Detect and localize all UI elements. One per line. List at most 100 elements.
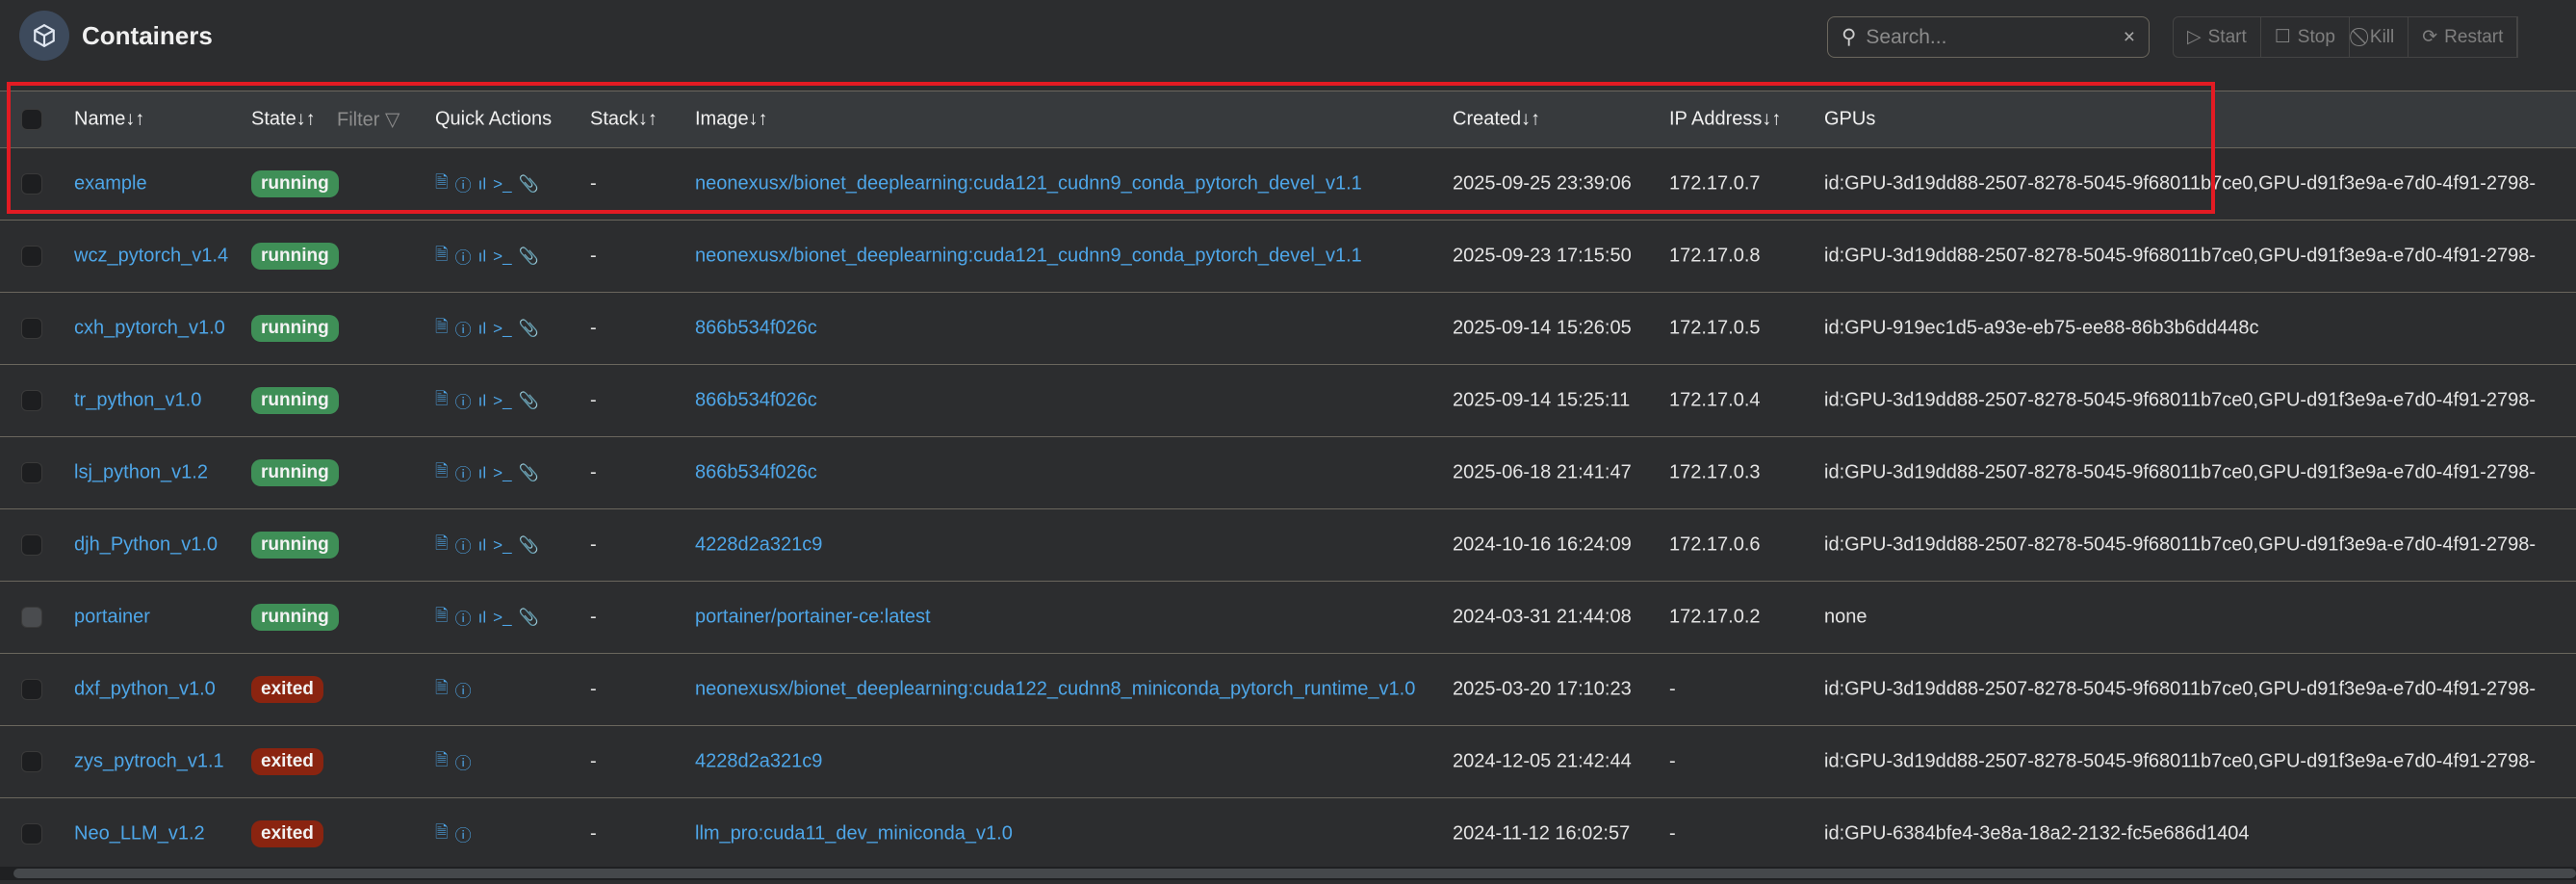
container-name-link[interactable]: cxh_pytorch_v1.0 (74, 318, 225, 340)
logs-icon[interactable]: 🗎 (435, 820, 449, 848)
stats-icon[interactable]: ıl (478, 319, 487, 338)
clear-search-icon[interactable]: × (2124, 26, 2135, 49)
filter-label: Filter (337, 109, 380, 131)
gpus-value: id:GPU-3d19dd88-2507-8278-5045-9f68011b7… (1824, 750, 2537, 772)
horizontal-scrollbar[interactable] (0, 867, 2576, 880)
row-checkbox[interactable] (21, 173, 42, 195)
image-link[interactable]: 4228d2a321c9 (695, 534, 822, 557)
image-link[interactable]: llm_pro:cuda11_dev_miniconda_v1.0 (695, 823, 1013, 845)
column-state[interactable]: State↓↑ (251, 109, 316, 131)
container-name-link[interactable]: Neo_LLM_v1.2 (74, 823, 205, 845)
attach-icon[interactable]: 📎 (519, 247, 539, 266)
stats-icon[interactable]: ıl (478, 535, 487, 555)
image-link[interactable]: portainer/portainer-ce:latest (695, 607, 931, 629)
inspect-icon[interactable]: ⓘ (455, 606, 472, 630)
attach-icon[interactable]: 📎 (519, 608, 539, 627)
container-name-link[interactable]: wcz_pytorch_v1.4 (74, 246, 228, 268)
column-name[interactable]: Name↓↑ (74, 109, 144, 131)
logs-icon[interactable]: 🗎 (435, 676, 449, 704)
row-checkbox[interactable] (21, 823, 42, 845)
inspect-icon[interactable]: ⓘ (455, 678, 472, 702)
ip-address-value: - (1669, 678, 1676, 700)
row-checkbox[interactable] (21, 534, 42, 556)
console-icon[interactable]: >_ (493, 535, 511, 555)
ip-address-value: 172.17.0.2 (1669, 606, 1761, 628)
console-icon[interactable]: >_ (493, 608, 511, 627)
inspect-icon[interactable]: ⓘ (455, 389, 472, 413)
table-row: lsj_python_v1.2 running 🗎 ⓘ ıl >_ 📎 - 866b53… (0, 437, 2576, 509)
container-name-link[interactable]: portainer (74, 607, 150, 629)
row-checkbox[interactable] (21, 751, 42, 772)
container-name-link[interactable]: djh_Python_v1.0 (74, 534, 218, 557)
column-created[interactable]: Created↓↑ (1453, 109, 1540, 131)
container-name-link[interactable]: dxf_python_v1.0 (74, 679, 216, 701)
scrollbar-thumb[interactable] (13, 869, 2576, 878)
select-all-checkbox[interactable] (21, 109, 42, 130)
inspect-icon[interactable]: ⓘ (455, 533, 472, 558)
inspect-icon[interactable]: ⓘ (455, 172, 472, 196)
inspect-icon[interactable]: ⓘ (455, 822, 472, 846)
console-icon[interactable]: >_ (493, 247, 511, 266)
start-button[interactable]: ▷ Start (2174, 17, 2261, 57)
image-link[interactable]: neonexusx/bionet_deeplearning:cuda122_cu… (695, 679, 1415, 701)
logs-icon[interactable]: 🗎 (435, 315, 449, 343)
stop-icon: ☐ (2274, 27, 2291, 47)
container-name-link[interactable]: example (74, 173, 147, 195)
column-image[interactable]: Image↓↑ (695, 109, 768, 131)
attach-icon[interactable]: 📎 (519, 391, 539, 410)
stats-icon[interactable]: ıl (478, 174, 487, 194)
logs-icon[interactable]: 🗎 (435, 532, 449, 559)
status-badge: exited (251, 676, 323, 703)
table-row: zys_pytroch_v1.1 exited 🗎 ⓘ - 4228d2a321c… (0, 726, 2576, 798)
logs-icon[interactable]: 🗎 (435, 387, 449, 415)
image-link[interactable]: 866b534f026c (695, 318, 817, 340)
console-icon[interactable]: >_ (493, 174, 511, 194)
container-name-link[interactable]: zys_pytroch_v1.1 (74, 751, 224, 773)
image-link[interactable]: neonexusx/bionet_deeplearning:cuda121_cu… (695, 246, 1362, 268)
image-link[interactable]: neonexusx/bionet_deeplearning:cuda121_cu… (695, 173, 1362, 195)
attach-icon[interactable]: 📎 (519, 535, 539, 555)
inspect-icon[interactable]: ⓘ (455, 461, 472, 485)
console-icon[interactable]: >_ (493, 391, 511, 410)
attach-icon[interactable]: 📎 (519, 174, 539, 194)
state-filter-button[interactable]: Filter ▽ (337, 108, 399, 132)
image-link[interactable]: 866b534f026c (695, 462, 817, 484)
inspect-icon[interactable]: ⓘ (455, 245, 472, 269)
logs-icon[interactable]: 🗎 (435, 748, 449, 776)
inspect-icon[interactable]: ⓘ (455, 750, 472, 774)
table-row: wcz_pytorch_v1.4 running 🗎 ⓘ ıl >_ 📎 - neone… (0, 221, 2576, 293)
image-link[interactable]: 866b534f026c (695, 390, 817, 412)
created-value: 2024-11-12 16:02:57 (1453, 822, 1631, 845)
console-icon[interactable]: >_ (493, 319, 511, 338)
stats-icon[interactable]: ıl (478, 391, 487, 410)
row-checkbox[interactable] (21, 246, 42, 267)
container-name-link[interactable]: lsj_python_v1.2 (74, 462, 208, 484)
row-checkbox[interactable] (21, 679, 42, 700)
image-link[interactable]: 4228d2a321c9 (695, 751, 822, 773)
column-ip-address[interactable]: IP Address↓↑ (1669, 109, 1781, 131)
stats-icon[interactable]: ıl (478, 608, 487, 627)
logs-icon[interactable]: 🗎 (435, 604, 449, 632)
row-checkbox[interactable] (21, 390, 42, 411)
attach-icon[interactable]: 📎 (519, 463, 539, 482)
logs-icon[interactable]: 🗎 (435, 459, 449, 487)
column-stack[interactable]: Stack↓↑ (590, 109, 657, 131)
status-badge: running (251, 315, 339, 342)
logs-icon[interactable]: 🗎 (435, 243, 449, 271)
stop-label: Stop (2297, 26, 2335, 47)
created-value: 2025-03-20 17:10:23 (1453, 678, 1632, 700)
row-checkbox[interactable] (21, 318, 42, 339)
stop-button[interactable]: ☐ Stop (2261, 17, 2350, 57)
row-checkbox[interactable] (21, 462, 42, 483)
stats-icon[interactable]: ıl (478, 463, 487, 482)
console-icon[interactable]: >_ (493, 463, 511, 482)
restart-button[interactable]: ⟳ Restart (2409, 17, 2518, 57)
container-name-link[interactable]: tr_python_v1.0 (74, 390, 201, 412)
gpus-value: id:GPU-3d19dd88-2507-8278-5045-9f68011b7… (1824, 389, 2537, 411)
kill-button[interactable]: ⃠Kill (2350, 17, 2409, 57)
stats-icon[interactable]: ıl (478, 247, 487, 266)
search-input[interactable]: ⚲ Search... × (1827, 16, 2150, 58)
logs-icon[interactable]: 🗎 (435, 170, 449, 198)
attach-icon[interactable]: 📎 (519, 319, 539, 338)
inspect-icon[interactable]: ⓘ (455, 317, 472, 341)
